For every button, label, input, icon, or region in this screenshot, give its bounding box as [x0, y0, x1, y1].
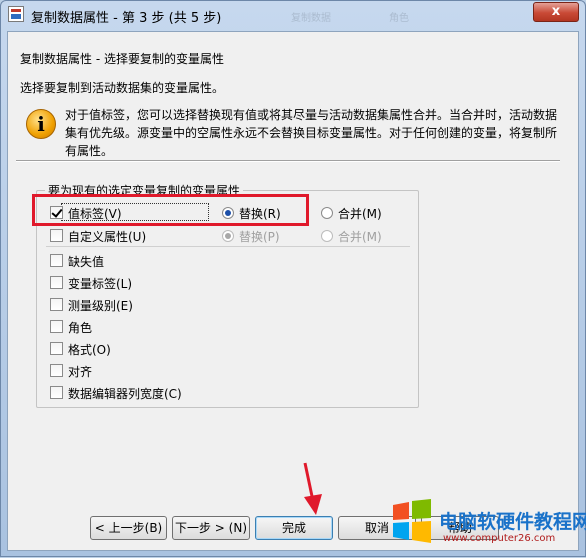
annotation-arrow-icon — [303, 462, 322, 515]
watermark-url: www.computer26.com — [443, 533, 556, 544]
watermark-text: 电脑软硬件教程网 — [439, 511, 586, 533]
dialog-window: 复制数据属性 - 第 3 步 (共 5 步) 复制数据 角色 x 复制数据属性 … — [0, 0, 586, 557]
windows-logo-icon — [393, 499, 431, 543]
